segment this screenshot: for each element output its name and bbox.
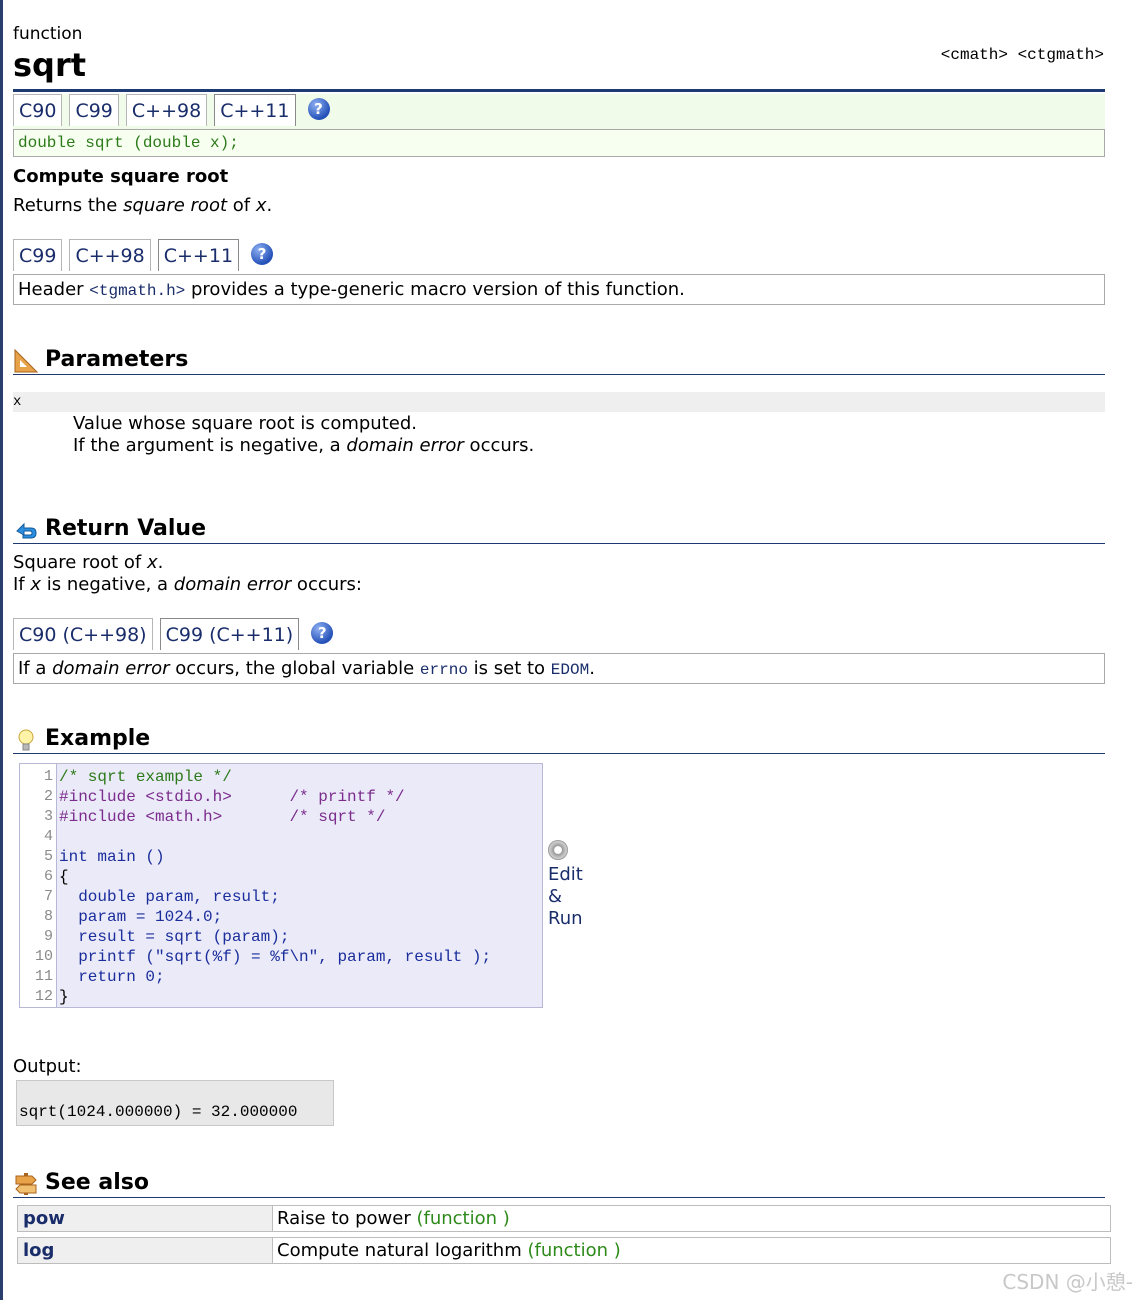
tab-c90[interactable]: C90 — [13, 94, 63, 126]
param-desc-line2: If the argument is negative, a domain er… — [73, 435, 535, 456]
code-line: /* sqrt example */ — [59, 768, 232, 786]
line-number: 6 — [43, 868, 53, 885]
line-number: 9 — [43, 928, 53, 945]
line-number: 5 — [43, 848, 53, 865]
see-also-link-pow[interactable]: pow — [18, 1206, 273, 1231]
prototype-box: double sqrt (double x); — [13, 129, 1105, 157]
error-note: If a domain error occurs, the global var… — [13, 653, 1105, 684]
help-icon[interactable]: ? — [311, 622, 334, 644]
example-section-header: Example — [13, 719, 1105, 754]
header-note: Header <tgmath.h> provides a type-generi… — [13, 274, 1105, 305]
line-number: 12 — [34, 988, 53, 1005]
help-icon[interactable]: ? — [307, 98, 330, 120]
parameters-section-header: Parameters — [13, 340, 1105, 375]
tab-c99[interactable]: C99 — [69, 94, 119, 126]
parameters-heading: Parameters — [45, 347, 189, 372]
line-number: 4 — [43, 828, 53, 845]
return-heading: Return Value — [45, 516, 207, 541]
help-icon[interactable]: ? — [251, 243, 274, 265]
param-desc-line1: Value whose square root is computed. — [73, 413, 417, 434]
error-tabs: C90 (C++98) C99 (C++11) ? — [13, 618, 334, 654]
line-number: 2 — [43, 788, 53, 805]
see-also-desc: Raise to power (function ) — [277, 1208, 510, 1229]
tab-cpp11[interactable]: C++11 — [214, 94, 296, 126]
see-also-row: log Compute natural logarithm (function … — [17, 1237, 1111, 1264]
return-line2: If x is negative, a domain error occurs: — [13, 574, 362, 595]
line-number: 11 — [34, 968, 53, 985]
code-line: int main () — [59, 848, 165, 866]
lightbulb-icon — [18, 729, 34, 751]
code-line: printf ("sqrt(%f) = %f\n", param, result… — [59, 948, 492, 966]
return-line1: Square root of x. — [13, 552, 164, 573]
prototype-tabs: C90 C99 C++98 C++11 ? — [13, 94, 1105, 130]
left-border — [0, 0, 3, 1300]
param-name: x — [13, 392, 1105, 412]
output-label: Output: — [13, 1056, 82, 1077]
header-list: <cmath> <ctgmath> — [940, 46, 1104, 64]
output-text: sqrt(1024.000000) = 32.000000 — [19, 1103, 298, 1121]
gear-icon — [548, 840, 568, 860]
edit-run-link[interactable]: Edit & Run — [548, 840, 583, 930]
summary-heading: Compute square root — [13, 166, 229, 187]
see-also-heading: See also — [45, 1170, 149, 1195]
see-also-row: pow Raise to power (function ) — [17, 1205, 1111, 1232]
code-line: #include <stdio.h> /* printf */ — [59, 788, 405, 806]
page-title: sqrt — [13, 46, 87, 84]
code-line: double param, result; — [59, 888, 280, 906]
summary-text: Returns the square root of x. — [13, 195, 273, 216]
edit-label: Edit — [548, 864, 583, 885]
entity-kind: function — [13, 24, 83, 44]
line-number: 10 — [34, 948, 53, 965]
code-line: #include <math.h> /* sqrt */ — [59, 808, 386, 826]
code-line: } — [59, 988, 69, 1006]
code-line: param = 1024.0; — [59, 908, 223, 926]
see-also-desc: Compute natural logarithm (function ) — [277, 1240, 621, 1261]
code-line: result = sqrt (param); — [59, 928, 290, 946]
line-numbers: 1 2 3 4 5 6 7 8 9 10 11 12 — [20, 764, 56, 1007]
run-label: Run — [548, 908, 583, 929]
ruler-icon — [14, 348, 39, 373]
tab-c99[interactable]: C99 — [13, 239, 63, 271]
see-also-link-log[interactable]: log — [18, 1238, 273, 1263]
amp-label: & — [548, 886, 563, 907]
tab-c90-cpp98[interactable]: C90 (C++98) — [13, 618, 153, 650]
title-divider — [13, 89, 1105, 92]
return-section-header: Return Value — [13, 509, 1105, 544]
output-box: sqrt(1024.000000) = 32.000000 — [16, 1080, 334, 1126]
return-arrow-icon — [16, 522, 37, 539]
watermark: CSDN @小憩- — [1002, 1270, 1133, 1294]
line-number: 7 — [43, 888, 53, 905]
tab-cpp98[interactable]: C++98 — [69, 239, 151, 271]
line-number: 3 — [43, 808, 53, 825]
example-heading: Example — [45, 726, 151, 751]
code-editor: 1 2 3 4 5 6 7 8 9 10 11 12 /* sqrt examp… — [19, 763, 543, 1008]
signpost-icon — [15, 1173, 37, 1195]
line-number: 8 — [43, 908, 53, 925]
line-number: 1 — [43, 768, 53, 785]
tab-c99-cpp11[interactable]: C99 (C++11) — [159, 618, 300, 650]
code-line: { — [59, 868, 69, 886]
code-text: /* sqrt example */ #include <stdio.h> /*… — [56, 764, 542, 1007]
header-tabs: C99 C++98 C++11 ? — [13, 239, 274, 275]
see-also-section-header: See also — [13, 1163, 1105, 1198]
tab-cpp11[interactable]: C++11 — [157, 239, 240, 271]
tab-cpp98[interactable]: C++98 — [125, 94, 208, 126]
code-line: return 0; — [59, 968, 165, 986]
